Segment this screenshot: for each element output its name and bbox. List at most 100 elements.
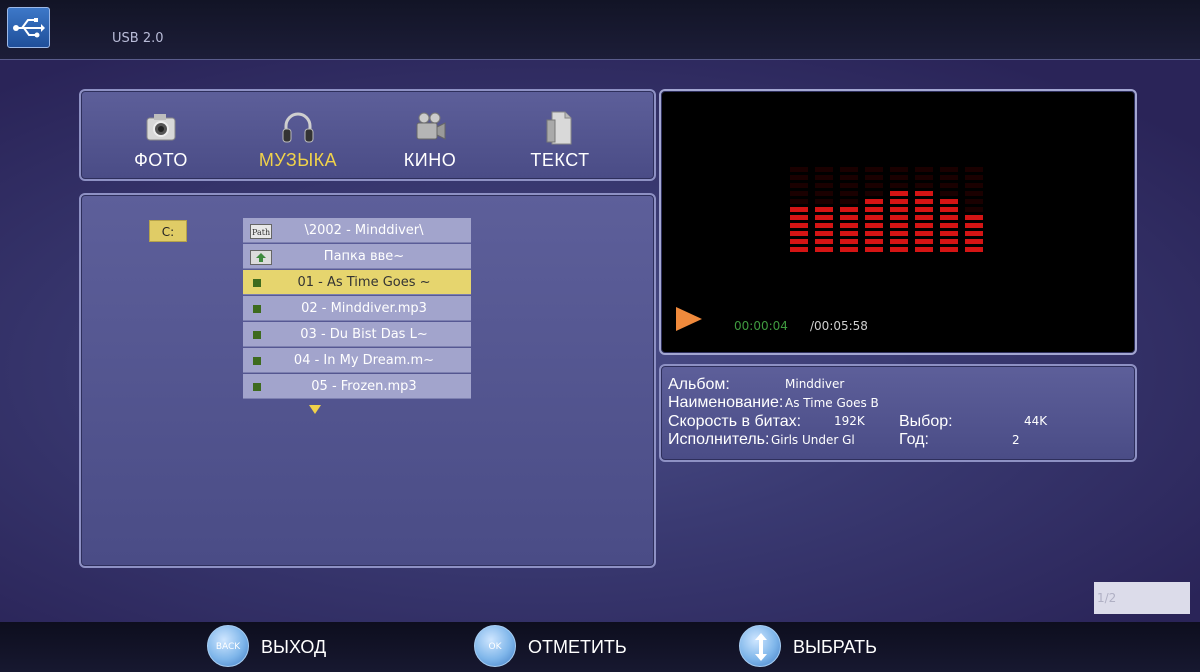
back-button[interactable]: BACK <box>207 625 249 667</box>
scroll-down-icon[interactable] <box>309 405 321 414</box>
equalizer-segment <box>940 167 958 172</box>
mark-label: ОТМЕТИТЬ <box>528 637 627 657</box>
category-photo[interactable]: ФОТО <box>106 110 216 171</box>
up-down-button[interactable] <box>739 625 781 667</box>
equalizer-column <box>815 167 833 252</box>
equalizer-segment <box>790 215 808 220</box>
page-indicator: 1/2 <box>1094 582 1190 614</box>
equalizer-segment <box>865 199 883 204</box>
equalizer-segment <box>865 207 883 212</box>
category-label: ФОТО <box>134 150 188 170</box>
file-list: Path \2002 - Minddiver\ Папка вве~ 01 - … <box>243 218 471 400</box>
source-label: USB 2.0 <box>112 31 164 46</box>
file-row[interactable]: 04 - In My Dream.m~ <box>243 348 471 373</box>
list-item-label: 01 - As Time Goes ~ <box>297 275 431 290</box>
equalizer-visualizer <box>790 167 983 252</box>
file-row[interactable]: 01 - As Time Goes ~ <box>243 270 471 295</box>
track-info-panel: Альбом: Minddiver Наименование: As Time … <box>659 364 1137 462</box>
category-label: КИНО <box>403 150 457 170</box>
equalizer-segment <box>840 223 858 228</box>
camera-icon <box>144 110 178 146</box>
list-item-label: Папка вве~ <box>323 249 405 264</box>
equalizer-segment <box>940 207 958 212</box>
equalizer-segment <box>815 199 833 204</box>
album-value: Minddiver <box>785 377 845 391</box>
equalizer-segment <box>815 247 833 252</box>
equalizer-segment <box>840 239 858 244</box>
equalizer-segment <box>965 191 983 196</box>
equalizer-segment <box>915 223 933 228</box>
equalizer-segment <box>790 231 808 236</box>
equalizer-segment <box>965 231 983 236</box>
sample-rate-value: 44K <box>1024 414 1048 428</box>
equalizer-segment <box>840 191 858 196</box>
equalizer-segment <box>815 191 833 196</box>
equalizer-segment <box>915 175 933 180</box>
equalizer-segment <box>965 175 983 180</box>
equalizer-segment <box>890 199 908 204</box>
audio-file-icon <box>253 279 261 287</box>
top-bar: USB 2.0 <box>0 0 1200 60</box>
equalizer-segment <box>890 239 908 244</box>
equalizer-segment <box>915 167 933 172</box>
category-movie[interactable]: КИНО <box>375 110 485 171</box>
file-row[interactable]: 05 - Frozen.mp3 <box>243 374 471 399</box>
usb-icon <box>7 7 50 48</box>
equalizer-segment <box>840 183 858 188</box>
list-item-label: 04 - In My Dream.m~ <box>293 353 435 368</box>
equalizer-column <box>940 167 958 252</box>
drive-selector[interactable]: C: <box>149 220 187 242</box>
equalizer-segment <box>865 231 883 236</box>
path-row: Path \2002 - Minddiver\ <box>243 218 471 243</box>
equalizer-segment <box>940 223 958 228</box>
equalizer-segment <box>840 231 858 236</box>
equalizer-segment <box>890 231 908 236</box>
equalizer-column <box>890 167 908 252</box>
equalizer-segment <box>840 247 858 252</box>
year-value: 2 <box>1012 433 1020 447</box>
bitrate-value: 192K <box>834 414 865 428</box>
document-icon <box>543 110 577 146</box>
category-text[interactable]: ТЕКСТ <box>505 110 615 171</box>
play-icon[interactable] <box>673 304 705 334</box>
file-row[interactable]: 03 - Du Bist Das L~ <box>243 322 471 347</box>
audio-file-icon <box>253 383 261 391</box>
equalizer-segment <box>815 207 833 212</box>
equalizer-segment <box>840 215 858 220</box>
year-label: Год: <box>899 431 929 448</box>
parent-folder-row[interactable]: Папка вве~ <box>243 244 471 269</box>
headphones-icon <box>281 110 315 146</box>
equalizer-segment <box>790 191 808 196</box>
equalizer-segment <box>965 183 983 188</box>
equalizer-segment <box>790 239 808 244</box>
title-label: Наименование: <box>668 394 784 411</box>
album-label: Альбом: <box>668 376 730 393</box>
up-down-arrows-icon <box>755 633 767 661</box>
equalizer-segment <box>940 191 958 196</box>
equalizer-segment <box>965 247 983 252</box>
equalizer-segment <box>815 215 833 220</box>
category-music[interactable]: МУЗЫКА <box>243 110 353 171</box>
equalizer-segment <box>915 215 933 220</box>
list-item-label: 03 - Du Bist Das L~ <box>300 327 428 342</box>
equalizer-segment <box>865 183 883 188</box>
equalizer-column <box>865 167 883 252</box>
equalizer-segment <box>865 175 883 180</box>
equalizer-segment <box>940 215 958 220</box>
equalizer-segment <box>940 175 958 180</box>
equalizer-segment <box>840 175 858 180</box>
path-icon: Path <box>250 223 272 239</box>
equalizer-segment <box>865 239 883 244</box>
list-item-label: 05 - Frozen.mp3 <box>311 379 417 394</box>
equalizer-segment <box>965 215 983 220</box>
equalizer-segment <box>890 223 908 228</box>
file-row[interactable]: 02 - Minddiver.mp3 <box>243 296 471 321</box>
ok-button[interactable]: OK <box>474 625 516 667</box>
exit-label: ВЫХОД <box>261 637 327 657</box>
current-time: 00:00:04 <box>734 319 788 333</box>
equalizer-segment <box>890 247 908 252</box>
equalizer-segment <box>790 183 808 188</box>
equalizer-segment <box>890 183 908 188</box>
equalizer-segment <box>940 247 958 252</box>
equalizer-segment <box>865 191 883 196</box>
